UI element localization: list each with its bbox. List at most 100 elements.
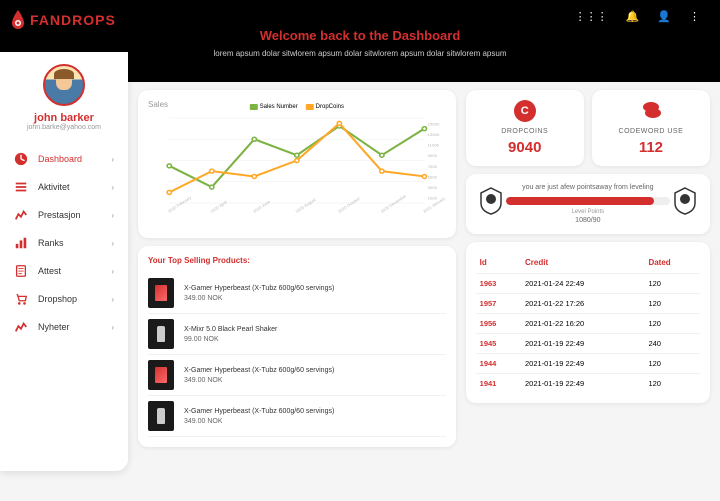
nav-label: Prestasjon	[38, 210, 111, 220]
sidebar-item-ranks[interactable]: Ranks›	[0, 229, 128, 257]
table-row[interactable]: 19572021-01-22 17:26120	[476, 294, 700, 314]
nav-label: Dashboard	[38, 154, 111, 164]
svg-text:2020 April: 2020 April	[209, 200, 227, 214]
codeword-label: CODEWORD USE	[602, 128, 700, 135]
sidebar-item-prestasjon[interactable]: Prestasjon›	[0, 201, 128, 229]
dropcoins-icon: C	[514, 100, 536, 122]
nav-label: Attest	[38, 266, 111, 276]
more-icon[interactable]: ⋮	[689, 10, 700, 23]
sidebar-item-attest[interactable]: Attest›	[0, 257, 128, 285]
chevron-right-icon: ›	[111, 211, 114, 220]
badge-right-icon	[672, 186, 698, 216]
cell-credit: 2021-01-19 22:49	[521, 374, 644, 394]
sales-chart-card: Sales Sales NumberDropCoins 100030005000…	[138, 90, 456, 238]
nav-icon	[14, 180, 28, 194]
product-name: X-Gamer Hyperbeast (X-Tubz 600g/60 servi…	[184, 367, 446, 374]
nav-icon	[14, 320, 28, 334]
welcome-title: Welcome back to the Dashboard	[0, 28, 720, 43]
level-card: you are just afew pointsaway from leveli…	[466, 174, 710, 234]
avatar[interactable]	[43, 64, 85, 106]
product-row[interactable]: X-Gamer Hyperbeast (X-Tubz 600g/60 servi…	[148, 355, 446, 396]
chart-legend: Sales NumberDropCoins	[250, 104, 344, 110]
cell-dated: 240	[644, 334, 700, 354]
svg-text:3000: 3000	[428, 185, 438, 190]
codeword-card: CODEWORD USE 112	[592, 90, 710, 166]
product-row[interactable]: X-Gamer Hyperbeast (X-Tubz 600g/60 servi…	[148, 273, 446, 314]
product-image	[148, 360, 174, 390]
grid-icon[interactable]: ⋮⋮⋮	[575, 10, 608, 23]
nav-icon	[14, 264, 28, 278]
table-row[interactable]: 19632021-01-24 22:49120	[476, 274, 700, 294]
level-text: you are just afew pointsaway from leveli…	[476, 184, 700, 191]
logo-drop-icon	[10, 10, 26, 30]
svg-text:2020 February: 2020 February	[167, 194, 193, 213]
product-price: 349.00 NOK	[184, 377, 446, 384]
table-header: Credit	[521, 252, 644, 274]
cell-id: 1956	[476, 314, 521, 334]
cell-id: 1944	[476, 354, 521, 374]
cell-dated: 120	[644, 294, 700, 314]
chevron-right-icon: ›	[111, 155, 114, 164]
product-row[interactable]: X-Gamer Hyperbeast (X-Tubz 600g/60 servi…	[148, 396, 446, 437]
svg-text:2020 August: 2020 August	[294, 197, 317, 214]
table-row[interactable]: 19562021-01-22 16:20120	[476, 314, 700, 334]
cell-dated: 120	[644, 374, 700, 394]
cell-id: 1963	[476, 274, 521, 294]
product-image	[148, 319, 174, 349]
bell-icon[interactable]: 🔔	[626, 10, 640, 23]
level-sublabel: Level Points	[476, 209, 700, 215]
svg-text:2020 October: 2020 October	[337, 196, 361, 214]
sidebar-item-dashboard[interactable]: Dashboard›	[0, 145, 128, 173]
header-toolbar: ⋮⋮⋮ 🔔 👤 ⋮	[575, 10, 700, 23]
nav-icon	[14, 292, 28, 306]
sidebar-item-dropshop[interactable]: Dropshop›	[0, 285, 128, 313]
chevron-right-icon: ›	[111, 183, 114, 192]
legend-item: DropCoins	[306, 104, 344, 110]
product-row[interactable]: X-Mixr 5.0 Black Pearl Shaker 99.00 NOK	[148, 314, 446, 355]
product-name: X-Mixr 5.0 Black Pearl Shaker	[184, 326, 446, 333]
cell-credit: 2021-01-22 16:20	[521, 314, 644, 334]
sales-chart: 100030005000700090001100013000150002020 …	[148, 113, 446, 223]
products-title: Your Top Selling Products:	[148, 256, 446, 265]
product-price: 349.00 NOK	[184, 418, 446, 425]
svg-text:13000: 13000	[428, 132, 441, 137]
level-points: 1080/90	[476, 217, 700, 224]
nav-icon	[14, 208, 28, 222]
product-price: 349.00 NOK	[184, 295, 446, 302]
logo[interactable]: FANDROPS	[10, 10, 116, 30]
product-price: 99.00 NOK	[184, 336, 446, 343]
dropcoins-label: DROPCOINS	[476, 128, 574, 135]
logo-text: FANDROPS	[30, 12, 116, 28]
stats-row: C DROPCOINS 9040 CODEWORD USE 112	[466, 90, 710, 166]
dropcoins-value: 9040	[476, 139, 574, 156]
cell-id: 1945	[476, 334, 521, 354]
nav-label: Ranks	[38, 238, 111, 248]
svg-text:5000: 5000	[428, 175, 438, 180]
credits-table-card: IdCreditDated 19632021-01-24 22:49120195…	[466, 242, 710, 403]
chevron-right-icon: ›	[111, 323, 114, 332]
level-bar	[506, 197, 670, 205]
user-icon[interactable]: 👤	[657, 10, 671, 23]
cell-credit: 2021-01-19 22:49	[521, 334, 644, 354]
user-email: john.barke@yahoo.com	[0, 124, 128, 131]
product-image	[148, 401, 174, 431]
nav-label: Dropshop	[38, 294, 111, 304]
nav-label: Nyheter	[38, 322, 111, 332]
nav-label: Aktivitet	[38, 182, 111, 192]
badge-left-icon	[478, 186, 504, 216]
cell-id: 1957	[476, 294, 521, 314]
codeword-value: 112	[602, 139, 700, 156]
sidebar-item-aktivitet[interactable]: Aktivitet›	[0, 173, 128, 201]
table-row[interactable]: 19442021-01-19 22:49120	[476, 354, 700, 374]
chevron-right-icon: ›	[111, 295, 114, 304]
sidebar: john barker john.barke@yahoo.com Dashboa…	[0, 52, 128, 471]
cell-dated: 120	[644, 314, 700, 334]
sidebar-item-nyheter[interactable]: Nyheter›	[0, 313, 128, 341]
table-row[interactable]: 19452021-01-19 22:49240	[476, 334, 700, 354]
chevron-right-icon: ›	[111, 267, 114, 276]
dropcoins-card: C DROPCOINS 9040	[466, 90, 584, 166]
cell-credit: 2021-01-22 17:26	[521, 294, 644, 314]
product-image	[148, 278, 174, 308]
table-row[interactable]: 19412021-01-19 22:49120	[476, 374, 700, 394]
product-name: X-Gamer Hyperbeast (X-Tubz 600g/60 servi…	[184, 285, 446, 292]
